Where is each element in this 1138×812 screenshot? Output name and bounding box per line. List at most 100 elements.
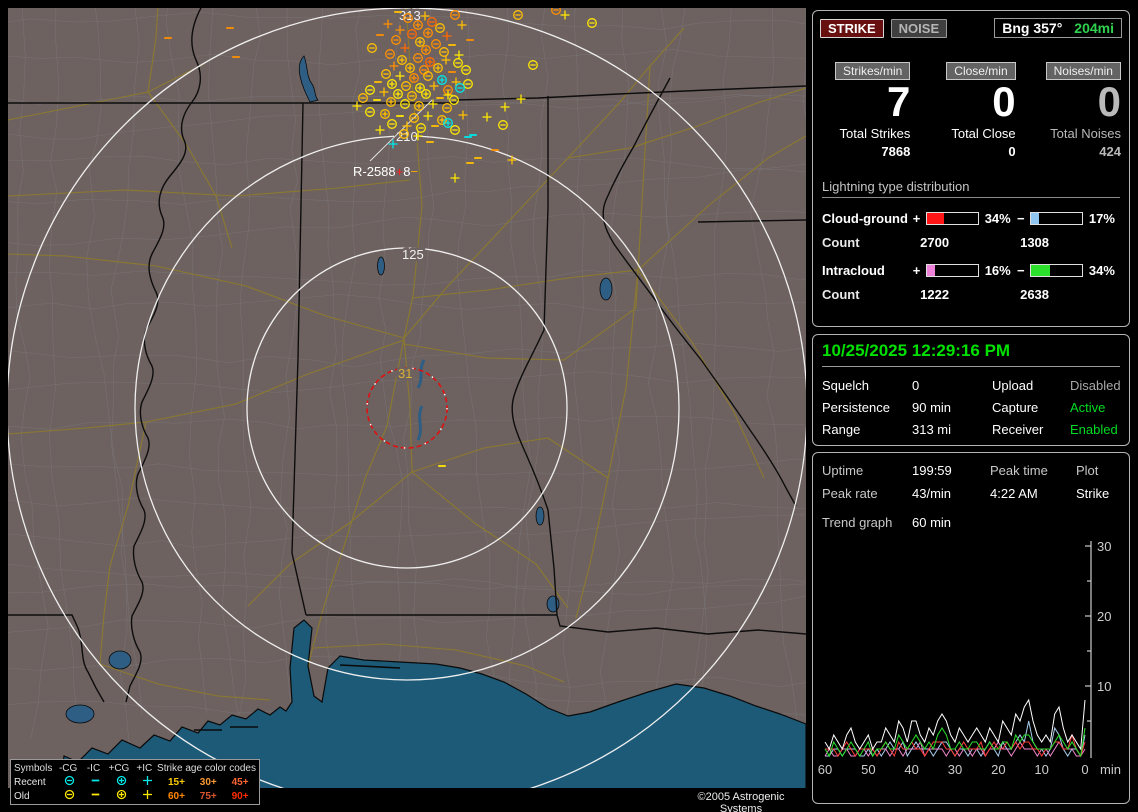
noises-column: Noises/min 0 Total Noises 424 — [1024, 62, 1129, 159]
svg-text:min: min — [1100, 762, 1121, 777]
legend-neg-cg-header: -CG — [58, 762, 78, 774]
persistence-value: 90 min — [912, 400, 952, 415]
map-viewport[interactable]: 313 210 125 31 R-2588+8− — [8, 8, 806, 788]
svg-text:R-2588+8−: R-2588+8− — [353, 164, 418, 179]
age-code-90+: 90+ — [231, 790, 249, 802]
m-symbol — [82, 788, 108, 804]
pos-ic-count: 1222 — [920, 287, 950, 302]
neg-ic-bar — [1029, 264, 1083, 277]
neg-ic-percent: 34% — [1088, 263, 1115, 278]
pos-ic-bar — [925, 264, 979, 277]
svg-text:60: 60 — [818, 762, 832, 777]
intracloud-counts: Count 1222 2638 — [822, 287, 1120, 302]
plus-sign: + — [912, 263, 921, 278]
legend-recent-label: Recent — [14, 776, 46, 788]
svg-text:30: 30 — [1097, 539, 1111, 554]
strike-toggle-button[interactable]: STRIKE — [820, 18, 884, 38]
strike-stats-panel: STRIKE NOISE Bng 357° 204mi Strikes/min … — [812, 10, 1130, 327]
squelch-label: Squelch — [822, 378, 869, 393]
pos-cg-count: 2700 — [920, 235, 950, 250]
p-symbol — [135, 788, 161, 804]
cloud-ground-counts: Count 2700 1308 — [822, 235, 1120, 250]
range-label: Range — [822, 422, 861, 437]
neg-cg-count: 1308 — [1020, 235, 1050, 250]
svg-text:30: 30 — [948, 762, 962, 777]
svg-text:10: 10 — [1097, 679, 1111, 694]
age-code-30+: 30+ — [199, 776, 217, 788]
cm-symbol — [56, 788, 82, 804]
upload-status: Disabled — [1070, 378, 1121, 393]
pos-ic-percent: 16% — [984, 263, 1011, 278]
close-per-min-value: 0 — [992, 78, 1016, 125]
strike-rate-trend-chart: 10 20 30 60 50 40 30 20 10 0 min — [818, 539, 1121, 777]
receiver-status: Enabled — [1070, 422, 1118, 437]
total-strikes-label: Total Strikes — [839, 126, 911, 141]
age-code-45+: 45+ — [231, 776, 249, 788]
intracloud-row: Intracloud + 16% − 34% — [822, 263, 1120, 278]
total-close-value: 0 — [1008, 144, 1016, 159]
total-noises-label: Total Noises — [1050, 126, 1121, 141]
plot-mode-value: Strike — [1076, 486, 1110, 501]
legend-row-old: Old 60+ 75+ 90+ — [14, 789, 256, 803]
plot-label: Plot — [1076, 463, 1099, 478]
legend-old-label: Old — [14, 790, 30, 802]
minus-sign: − — [1016, 211, 1025, 226]
legend-pos-ic-header: +IC — [136, 762, 153, 774]
pos-cg-bar — [925, 212, 979, 225]
noise-toggle-button[interactable]: NOISE — [890, 18, 948, 38]
count-label: Count — [822, 287, 860, 302]
squelch-value: 0 — [912, 378, 920, 393]
legend-pos-cg-header: +CG — [108, 762, 130, 774]
total-noises-value: 424 — [1099, 144, 1121, 159]
minus-sign: − — [1016, 263, 1025, 278]
plus-sign: + — [912, 211, 921, 226]
age-code-75+: 75+ — [199, 790, 217, 802]
peak-time-label: Peak time — [990, 463, 1048, 478]
status-panel: 10/25/2025 12:29:16 PM Squelch 0 Upload … — [812, 334, 1130, 446]
count-label: Count — [822, 235, 860, 250]
svg-text:0: 0 — [1081, 762, 1088, 777]
distribution-title: Lightning type distribution — [822, 179, 1120, 198]
svg-text:10: 10 — [1034, 762, 1048, 777]
svg-text:31: 31 — [398, 366, 412, 381]
trend-panel: Uptime 199:59 Peak time Plot Peak rate 4… — [812, 452, 1130, 804]
svg-text:50: 50 — [861, 762, 875, 777]
peak-time-value: 4:22 AM — [990, 486, 1038, 501]
pos-cg-percent: 34% — [984, 211, 1011, 226]
svg-text:20: 20 — [991, 762, 1005, 777]
uptime-label: Uptime — [822, 463, 864, 478]
range-value: 313 mi — [912, 422, 952, 437]
copyright: ©2005 Astrogenic Systems — [675, 790, 807, 812]
capture-status: Active — [1070, 400, 1106, 415]
datetime-display: 10/25/2025 12:29:16 PM — [822, 341, 1120, 367]
legend-row-recent: Recent 15+ 30+ 45+ — [14, 775, 256, 789]
peak-rate-value: 43/min — [912, 486, 952, 501]
svg-text:125: 125 — [402, 247, 424, 262]
intracloud-label: Intracloud — [822, 263, 885, 278]
uptime-value: 199:59 — [912, 463, 952, 478]
lightning-map: 31321012531 R-2588+8− — [8, 8, 806, 788]
app-window: 313 210 125 31 R-2588+8− Symbols -CG -IC +C… — [0, 0, 1138, 812]
total-strikes-value: 7868 — [881, 144, 911, 159]
bearing-readout: Bng 357° 204mi — [994, 18, 1122, 38]
neg-cg-bar — [1029, 212, 1083, 225]
strikes-per-min-value: 7 — [886, 78, 911, 125]
trend-graph-window: 60 min — [912, 515, 952, 530]
peak-rate-label: Peak rate — [822, 486, 878, 501]
neg-cg-percent: 17% — [1088, 211, 1115, 226]
age-code-15+: 15+ — [167, 776, 185, 788]
legend-neg-ic-header: -IC — [86, 762, 101, 774]
receiver-label: Receiver — [992, 422, 1044, 437]
legend-symbols-header: Symbols — [14, 762, 53, 774]
svg-text:40: 40 — [904, 762, 918, 777]
svg-text:20: 20 — [1097, 609, 1111, 624]
trend-graph-label: Trend graph — [822, 515, 893, 530]
neg-ic-count: 2638 — [1020, 287, 1050, 302]
age-code-60+: 60+ — [167, 790, 185, 802]
cp-symbol — [108, 788, 134, 804]
total-close-label: Total Close — [951, 126, 1016, 141]
close-column: Close/min 0 Total Close 0 — [918, 62, 1023, 159]
persistence-label: Persistence — [822, 400, 890, 415]
type-distribution: Lightning type distribution Cloud-ground… — [822, 179, 1120, 302]
cloud-ground-label: Cloud-ground — [822, 211, 908, 226]
